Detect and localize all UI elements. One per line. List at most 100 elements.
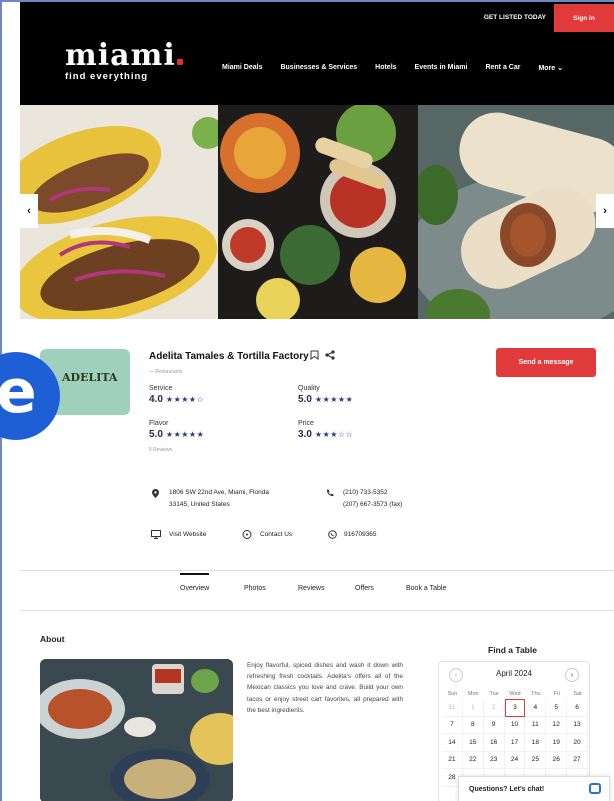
- calendar-day[interactable]: 14: [442, 734, 463, 752]
- gallery-prev-button[interactable]: ‹: [20, 194, 38, 228]
- site-header: miami find everything GET LISTED TODAY S…: [20, 2, 614, 105]
- gallery-photo-spread[interactable]: [218, 105, 418, 319]
- business-category[interactable]: — Restaurants: [149, 369, 182, 375]
- whatsapp-number[interactable]: 916709365: [344, 529, 377, 541]
- fax-number: (207) 667-3573 (fax): [343, 501, 403, 508]
- calendar-day[interactable]: 11: [525, 716, 547, 734]
- rating-price: Price 3.0 ★★★☆☆: [298, 420, 353, 440]
- logo-word: miami: [65, 38, 176, 73]
- reviews-count[interactable]: 5 Reviews: [149, 447, 172, 453]
- nav-item-more[interactable]: More ⌄: [538, 64, 563, 72]
- nav-item-rent-a-car[interactable]: Rent a Car: [485, 64, 520, 72]
- calendar-day[interactable]: 16: [483, 734, 505, 752]
- tab-overview[interactable]: Overview: [180, 573, 210, 592]
- business-tabs: Overview Photos Reviews Offers Book a Ta…: [20, 571, 614, 611]
- location-pin-icon: [152, 489, 159, 500]
- calendar-day[interactable]: 26: [546, 751, 568, 769]
- rating-label: Flavor: [149, 420, 169, 427]
- calendar-day[interactable]: 24: [504, 751, 526, 769]
- rating-value: 4.0: [149, 394, 163, 405]
- about-description: Enjoy flavorful, spiced dishes and wash …: [247, 662, 403, 714]
- calendar-weekday: Sat: [573, 691, 582, 697]
- chat-icon: [589, 783, 601, 794]
- calendar-day[interactable]: 21: [442, 751, 463, 769]
- tab-offers[interactable]: Offers: [355, 585, 374, 592]
- calendar-day[interactable]: 1: [462, 699, 484, 717]
- calendar-weekday: Wed: [509, 691, 521, 697]
- browser-frame: miami find everything GET LISTED TODAY S…: [0, 0, 614, 801]
- calendar-day[interactable]: 31: [442, 699, 463, 717]
- chat-widget[interactable]: Questions? Let's chat!: [458, 776, 610, 801]
- calendar-day[interactable]: 15: [462, 734, 484, 752]
- tab-book-a-table[interactable]: Book a Table: [406, 585, 446, 592]
- calendar-day[interactable]: 20: [567, 734, 588, 752]
- contact-us-link[interactable]: Contact Us: [260, 529, 292, 541]
- logo-dot: [176, 59, 183, 65]
- rating-quality: Quality 5.0 ★★★★★: [298, 385, 353, 405]
- calendar-day[interactable]: 9: [483, 716, 505, 734]
- calendar-grid: Sun Mon Tue Wed Thu Fri Sat 31 1 2 3 4 5 6 7 8 9 10 11 12 13…: [442, 689, 588, 787]
- address-line2: 33145, United States: [169, 501, 230, 508]
- rating-value: 5.0: [149, 429, 163, 440]
- calendar-day[interactable]: 6: [567, 699, 588, 717]
- calendar-weekday: Tue: [489, 691, 499, 697]
- calendar-day[interactable]: 23: [483, 751, 505, 769]
- gallery-photo-tacos[interactable]: [20, 105, 218, 319]
- gallery-next-button[interactable]: ›: [596, 194, 614, 228]
- nav-item-events[interactable]: Events in Miami: [415, 64, 468, 72]
- find-table-heading: Find a Table: [488, 645, 537, 655]
- calendar-day[interactable]: 27: [567, 751, 588, 769]
- rating-label: Service: [149, 385, 173, 392]
- rating-stars: ★★★★☆: [165, 395, 205, 404]
- calendar-day[interactable]: 22: [462, 751, 484, 769]
- calendar-day[interactable]: 12: [546, 716, 568, 734]
- photo-gallery: [20, 105, 614, 319]
- calendar-next-month-button[interactable]: ›: [565, 668, 579, 682]
- calendar-day[interactable]: 10: [504, 716, 526, 734]
- calendar-day[interactable]: 8: [462, 716, 484, 734]
- rating-value: 5.0: [298, 394, 312, 405]
- calendar-day[interactable]: 13: [567, 716, 588, 734]
- calendar-weekday: Mon: [467, 691, 479, 697]
- sign-in-button[interactable]: Sign in: [554, 4, 614, 32]
- calendar-day[interactable]: 5: [546, 699, 568, 717]
- rating-value: 3.0: [298, 429, 312, 440]
- business-info: ADELITA Adelita Tamales & Tortilla Facto…: [20, 319, 614, 571]
- gallery-photo-burritos[interactable]: [418, 105, 614, 319]
- business-name: Adelita Tamales & Tortilla Factory: [149, 351, 309, 362]
- calendar-day[interactable]: 3: [504, 699, 526, 717]
- bookmark-icon[interactable]: [310, 350, 319, 363]
- whatsapp-icon: [328, 530, 337, 541]
- calendar-day[interactable]: 7: [442, 716, 463, 734]
- rating-label: Price: [298, 420, 314, 427]
- phone-number[interactable]: (210) 733-5352: [343, 487, 402, 499]
- calendar-day[interactable]: 17: [504, 734, 526, 752]
- address-line1: 1806 SW 22nd Ave, Miami, Florida: [169, 489, 269, 496]
- send-message-button[interactable]: Send a message: [496, 348, 596, 377]
- chat-widget-label: Questions? Let's chat!: [469, 786, 545, 793]
- nav-item-hotels[interactable]: Hotels: [375, 64, 396, 72]
- nav-item-miami-deals[interactable]: Miami Deals: [222, 64, 262, 72]
- main-nav: Miami Deals Businesses & Services Hotels…: [222, 64, 563, 72]
- rating-service: Service 4.0 ★★★★☆: [149, 385, 204, 405]
- rating-flavor: Flavor 5.0 ★★★★★: [149, 420, 204, 440]
- share-icon[interactable]: [325, 350, 335, 363]
- monitor-icon: [151, 530, 161, 541]
- rating-stars: ★★★★★: [314, 395, 354, 404]
- visit-website-link[interactable]: Visit Website: [169, 529, 206, 541]
- calendar-day[interactable]: 19: [546, 734, 568, 752]
- calendar-day[interactable]: 25: [525, 751, 547, 769]
- tab-photos[interactable]: Photos: [244, 585, 266, 592]
- calendar-day[interactable]: 4: [525, 699, 547, 717]
- tab-reviews[interactable]: Reviews: [298, 585, 324, 592]
- rating-stars: ★★★☆☆: [314, 430, 354, 439]
- calendar-day[interactable]: 2: [483, 699, 505, 717]
- chat-bubble-icon: [242, 530, 252, 541]
- get-listed-link[interactable]: GET LISTED TODAY: [484, 14, 546, 21]
- about-photo: [40, 659, 233, 801]
- rating-stars: ★★★★★: [165, 430, 205, 439]
- site-logo[interactable]: miami find everything: [65, 41, 183, 82]
- calendar-day[interactable]: 18: [525, 734, 547, 752]
- calendar-weekday: Fri: [553, 691, 560, 697]
- nav-item-businesses[interactable]: Businesses & Services: [280, 64, 357, 72]
